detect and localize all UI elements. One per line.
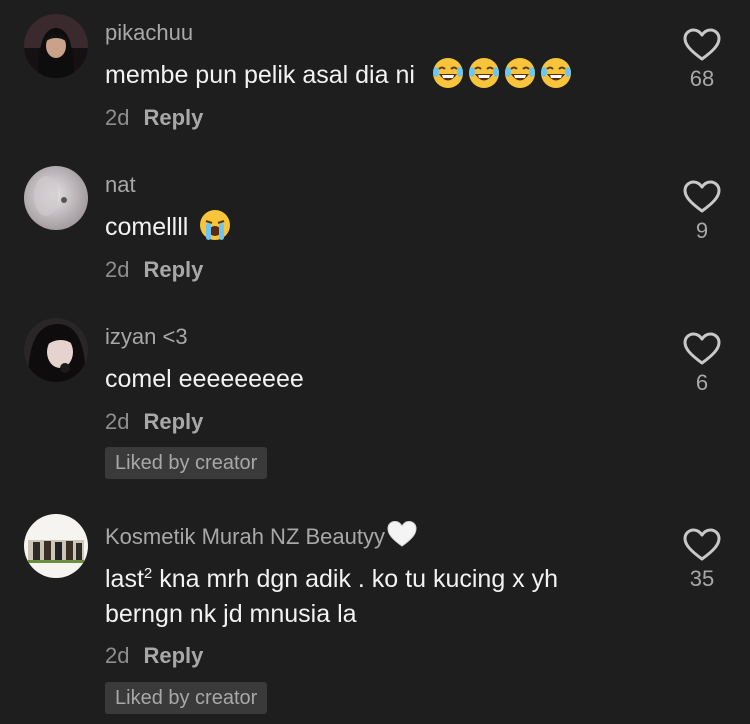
comment-text-body: comellll	[105, 213, 189, 241]
heart-icon[interactable]	[683, 528, 721, 562]
avatar[interactable]	[24, 514, 88, 578]
liked-by-creator-badge: Liked by creator	[105, 447, 268, 479]
loudly-crying-emoji	[199, 209, 231, 241]
heart-icon[interactable]	[683, 180, 721, 214]
comment-meta: 2d Reply	[105, 257, 203, 283]
superscript: 2	[143, 565, 153, 582]
like-count: 68	[689, 66, 715, 91]
comment-time: 2d	[105, 643, 130, 668]
comment-username[interactable]: Kosmetik Murah NZ Beautyy	[105, 520, 417, 550]
comment-item: nat comellll 2d Reply 9	[0, 152, 750, 302]
heart-icon[interactable]	[683, 28, 721, 62]
reply-button[interactable]: Reply	[143, 257, 203, 282]
like-control: 68	[676, 28, 728, 92]
comment-text: membe pun pelik asal dia ni	[105, 55, 572, 95]
comment-time: 2d	[105, 105, 130, 130]
reply-button[interactable]: Reply	[143, 643, 203, 668]
comment-text-body: membe pun pelik asal dia ni	[105, 61, 415, 89]
white-heart-emoji	[387, 520, 417, 547]
like-control: 9	[676, 180, 728, 244]
heart-icon[interactable]	[683, 332, 721, 366]
comment-meta: 2d Reply	[105, 105, 203, 131]
laughing-tears-emoji	[432, 57, 464, 89]
comment-username[interactable]: pikachuu	[105, 20, 193, 46]
like-control: 6	[676, 332, 728, 396]
avatar[interactable]	[24, 14, 88, 78]
comment-item: pikachuu membe pun pelik asal dia ni 2d R…	[0, 0, 750, 150]
avatar[interactable]	[24, 318, 88, 382]
laughing-tears-emoji	[540, 57, 572, 89]
reply-button[interactable]: Reply	[143, 409, 203, 434]
like-count: 6	[695, 370, 709, 395]
comment-text: comellll	[105, 207, 231, 247]
laughing-tears-emoji	[468, 57, 500, 89]
comment-time: 2d	[105, 257, 130, 282]
comment-username[interactable]: nat	[105, 172, 136, 198]
comment-item: Kosmetik Murah NZ Beautyy last2 kna mrh …	[0, 502, 750, 724]
comment-text-line-1: last2 kna mrh dgn adik . ko tu kucing x …	[105, 554, 558, 599]
comment-text: comel eeeeeeeee	[105, 365, 304, 393]
comment-text-part: last	[105, 565, 144, 593]
comment-time: 2d	[105, 409, 130, 434]
like-count: 9	[695, 218, 709, 243]
comment-username[interactable]: izyan <3	[105, 324, 188, 350]
comment-username-text: Kosmetik Murah NZ Beautyy	[105, 524, 385, 549]
like-control: 35	[676, 528, 728, 592]
avatar[interactable]	[24, 166, 88, 230]
like-count: 35	[689, 566, 715, 591]
comment-item: izyan <3 comel eeeeeeeee 2d Reply Liked b…	[0, 304, 750, 490]
comment-text-part: kna mrh dgn adik . ko tu kucing x yh	[152, 565, 559, 593]
comment-meta: 2d Reply	[105, 409, 203, 435]
reply-button[interactable]: Reply	[143, 105, 203, 130]
laughing-tears-emoji	[504, 57, 536, 89]
liked-by-creator-badge: Liked by creator	[105, 682, 268, 714]
comment-text-line-2: berngn nk jd mnusia la	[105, 600, 357, 628]
comment-meta: 2d Reply	[105, 643, 203, 669]
